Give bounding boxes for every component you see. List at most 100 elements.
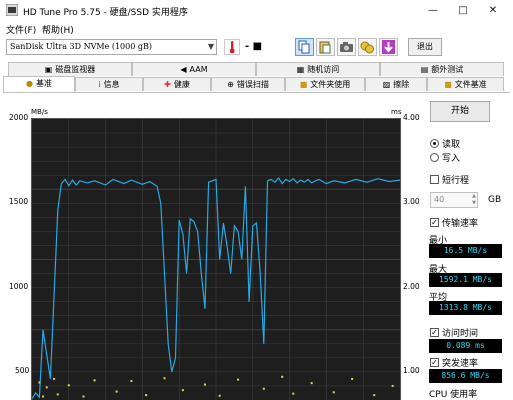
tab-label: 健康 bbox=[173, 80, 190, 89]
window-title: HD Tune Pro 5.75 - 硬盘/SSD 实用程序 bbox=[23, 8, 188, 18]
copy-button[interactable] bbox=[295, 38, 314, 56]
access-time-point bbox=[218, 394, 221, 397]
y-left-unit: MB/s bbox=[31, 108, 48, 116]
tab-health[interactable]: ✚ 健康 bbox=[143, 77, 211, 91]
transfer-rate-label: 传输速率 bbox=[442, 219, 479, 229]
tab-extra-tests[interactable]: ▤ 额外测试 bbox=[380, 62, 504, 76]
access-time-point bbox=[332, 391, 335, 394]
short-stroke-spinner[interactable]: 40 ▲ ▼ bbox=[430, 192, 478, 208]
random-icon: ▦ bbox=[296, 65, 305, 74]
monitor-icon: ▣ bbox=[44, 65, 53, 74]
tab-label: AAM bbox=[189, 65, 208, 74]
access-time-checkbox[interactable]: ✓ bbox=[430, 328, 439, 337]
write-radio[interactable] bbox=[430, 153, 439, 162]
tab-random-access[interactable]: ▦ 随机访问 bbox=[256, 62, 380, 76]
tab-benchmark[interactable]: ● 基准 bbox=[3, 76, 75, 92]
chart-plot bbox=[32, 119, 400, 400]
tab-label: 擦除 bbox=[393, 80, 410, 89]
tab-aam[interactable]: ◀ AAM bbox=[132, 62, 256, 76]
access-time-point bbox=[281, 375, 284, 378]
access-time-point bbox=[93, 379, 96, 382]
maximize-button[interactable]: □ bbox=[453, 3, 473, 18]
y-tick-left: 1000 bbox=[9, 282, 29, 291]
drive-select[interactable]: SanDisk Ultra 3D NVMe (1000 gB) ▼ bbox=[6, 39, 217, 55]
menu-file[interactable]: 文件(F) bbox=[6, 23, 36, 36]
screenshot-button[interactable] bbox=[337, 38, 356, 56]
thermometer-icon bbox=[229, 41, 235, 54]
tab-label: 基准 bbox=[35, 79, 52, 88]
y-tick-left: 500 bbox=[15, 366, 30, 375]
access-time-point bbox=[42, 395, 45, 398]
tab-error-scan[interactable]: ⊕ 错误扫描 bbox=[211, 77, 285, 91]
access-time-point bbox=[53, 377, 56, 380]
tab-info[interactable]: i 信息 bbox=[75, 77, 143, 91]
scan-icon: ⊕ bbox=[227, 80, 234, 89]
y-tick-right: 1.00 bbox=[403, 366, 420, 375]
title-bar: HD Tune Pro 5.75 - 硬盘/SSD 实用程序 — □ ✕ bbox=[0, 0, 513, 21]
info-icon: i bbox=[98, 80, 101, 89]
benchmark-panel: MB/s ms 2000 1500 1000 500 4.00 3.00 2.0… bbox=[3, 92, 510, 400]
coins-icon bbox=[360, 41, 374, 54]
y-tick-left: 2000 bbox=[9, 113, 29, 122]
exit-button[interactable]: 退出 bbox=[408, 38, 442, 56]
access-time-value: 0.089 ms bbox=[429, 339, 502, 353]
write-label: 写入 bbox=[442, 154, 461, 164]
access-time-point bbox=[262, 387, 265, 390]
access-time-point bbox=[130, 380, 133, 383]
drive-select-value: SanDisk Ultra 3D NVMe (1000 gB) bbox=[10, 42, 152, 51]
menu-help[interactable]: 帮助(H) bbox=[42, 23, 74, 36]
tab-disk-monitor[interactable]: ▣ 磁盘监视器 bbox=[8, 62, 132, 76]
download-button[interactable] bbox=[379, 38, 398, 56]
paste-button[interactable] bbox=[316, 38, 335, 56]
speaker-icon: ◀ bbox=[180, 65, 187, 74]
access-time-point bbox=[56, 393, 59, 396]
benchmark-icon: ● bbox=[26, 79, 33, 88]
read-label: 读取 bbox=[442, 140, 461, 150]
copy-icon bbox=[298, 40, 310, 54]
access-time-point bbox=[82, 395, 85, 398]
tab-label: 文件夹使用 bbox=[310, 80, 351, 89]
coins-button[interactable] bbox=[358, 38, 377, 56]
short-stroke-checkbox[interactable] bbox=[430, 175, 439, 184]
tab-erase[interactable]: ▨ 擦除 bbox=[365, 77, 427, 91]
access-time-label: 访问时间 bbox=[442, 329, 479, 339]
spinner-arrows-icon: ▲ ▼ bbox=[472, 193, 476, 206]
tab-label: 额外测试 bbox=[431, 65, 464, 74]
access-time-point bbox=[45, 386, 48, 389]
cpu-usage-label: CPU 使用率 bbox=[429, 390, 478, 400]
min-value: 16.5 MB/s bbox=[429, 244, 502, 258]
short-stroke-value: 40 bbox=[434, 195, 445, 204]
extra-icon: ▤ bbox=[420, 65, 429, 74]
burst-rate-label: 突发速率 bbox=[442, 359, 479, 369]
paste-icon bbox=[319, 41, 331, 54]
avg-value: 1313.8 MB/s bbox=[429, 301, 502, 315]
tab-label: 信息 bbox=[103, 80, 120, 89]
access-time-point bbox=[145, 394, 148, 397]
temperature-readout: - ■ bbox=[245, 41, 263, 52]
tab-label: 随机访问 bbox=[307, 65, 340, 74]
access-time-point bbox=[38, 381, 41, 384]
transfer-rate-checkbox[interactable]: ✓ bbox=[430, 218, 439, 227]
folder-icon: ■ bbox=[299, 80, 308, 89]
access-time-point bbox=[181, 389, 184, 392]
y-tick-right: 3.00 bbox=[403, 197, 420, 206]
tab-file-benchmark[interactable]: ■ 文件基准 bbox=[427, 77, 504, 91]
thermometer-button[interactable] bbox=[224, 39, 240, 55]
tab-label: 文件基准 bbox=[454, 80, 487, 89]
access-time-point bbox=[115, 390, 118, 393]
access-time-point bbox=[203, 383, 206, 386]
tab-folder-usage[interactable]: ■ 文件夹使用 bbox=[285, 77, 365, 91]
burst-rate-checkbox[interactable]: ✓ bbox=[430, 358, 439, 367]
benchmark-chart bbox=[31, 118, 401, 400]
app-icon bbox=[6, 4, 18, 16]
start-button[interactable]: 开始 bbox=[430, 101, 490, 122]
health-icon: ✚ bbox=[164, 80, 171, 89]
y-tick-left: 1500 bbox=[9, 197, 29, 206]
short-stroke-label: 短行程 bbox=[442, 176, 470, 186]
read-radio[interactable] bbox=[430, 139, 439, 148]
minimize-button[interactable]: — bbox=[423, 3, 443, 18]
chevron-down-icon: ▼ bbox=[207, 42, 214, 51]
close-button[interactable]: ✕ bbox=[483, 3, 503, 18]
download-icon bbox=[382, 40, 395, 54]
short-stroke-unit: GB bbox=[488, 195, 502, 205]
